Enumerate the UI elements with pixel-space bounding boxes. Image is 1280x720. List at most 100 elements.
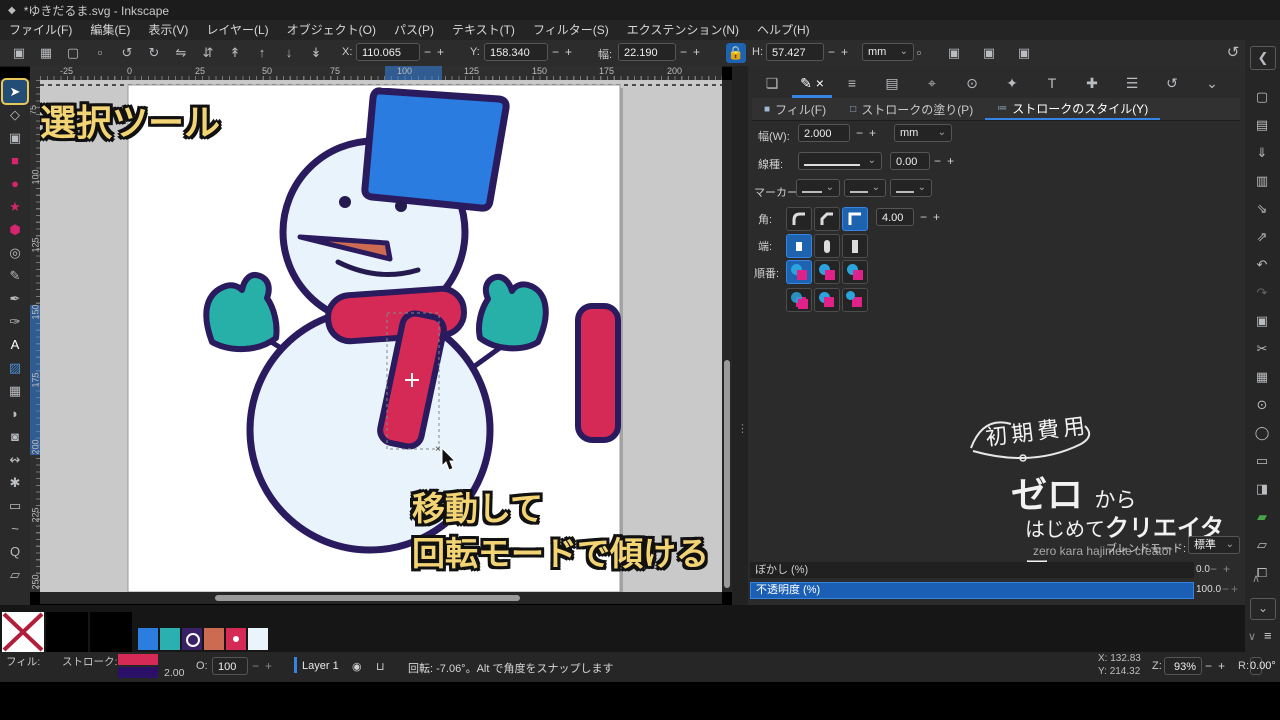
palette-menu-icon[interactable]: ≡ (1264, 628, 1272, 643)
text-tool[interactable]: A (3, 333, 27, 356)
deselect-icon[interactable]: ▢ (62, 43, 84, 63)
tab-extensions[interactable]: ✚ (1072, 70, 1112, 98)
statusbar-opacity-spin[interactable]: −+ (252, 659, 278, 673)
statusbar-opacity-field[interactable]: 100 (212, 657, 248, 675)
stroke-swatch[interactable] (118, 667, 158, 678)
order-option-6[interactable] (842, 288, 868, 312)
miter-limit-spin[interactable]: −+ (920, 210, 946, 224)
reset-values-button[interactable]: ↺ (1222, 43, 1244, 63)
stroke-width-spin[interactable]: −+ (856, 126, 882, 140)
redo-icon[interactable]: ↷ (1250, 282, 1274, 304)
menu-file[interactable]: ファイル(F) (0, 20, 81, 40)
miter-limit-field[interactable]: 4.00 (876, 208, 914, 226)
opacity-spin[interactable]: −+ (1222, 582, 1240, 596)
opacity-slider[interactable]: 不透明度 (%) (750, 582, 1194, 599)
menu-extensions[interactable]: エクステンション(N) (618, 20, 748, 40)
order-option-1[interactable] (786, 260, 812, 284)
new-document-icon[interactable]: ▢ (1250, 86, 1274, 108)
tab-align[interactable]: ☰ (1112, 70, 1152, 98)
dock-splitter[interactable]: ⋮ (732, 66, 748, 618)
order-option-5[interactable] (814, 288, 840, 312)
tab-text[interactable]: T (1032, 70, 1072, 98)
lower-to-bottom-icon[interactable]: ↡ (305, 43, 327, 63)
layer-visibility-icon[interactable]: ◉ (352, 660, 362, 673)
tab-document-properties[interactable]: ❏ (752, 70, 792, 98)
menu-object[interactable]: オブジェクト(O) (278, 20, 385, 40)
swatch-salmon[interactable] (204, 628, 224, 650)
marker-mid-dropdown[interactable]: ⌄ (844, 179, 886, 197)
blur-spin[interactable]: −+ (1210, 562, 1236, 576)
join-round-button[interactable] (786, 207, 812, 231)
eraser-tool[interactable]: ▭ (3, 494, 27, 517)
dash-offset-field[interactable]: 0.00 (890, 152, 930, 170)
dock-collapse-icon[interactable]: ❮ (1250, 46, 1276, 70)
snowman-hat[interactable] (361, 87, 510, 212)
copy-icon[interactable]: ▣ (1250, 310, 1274, 332)
menu-path[interactable]: パス(P) (385, 20, 443, 40)
swatch-snow[interactable] (248, 628, 268, 650)
dropper-tool[interactable]: ◗ (3, 402, 27, 425)
paste-icon[interactable]: ▦ (1250, 366, 1274, 388)
node-tool[interactable]: ◇ (3, 103, 27, 126)
dash-offset-spin[interactable]: −+ (934, 154, 960, 168)
menu-text[interactable]: テキスト(T) (443, 20, 524, 40)
lock-ratio-toggle[interactable]: 🔒 (726, 43, 746, 63)
swatch-teal[interactable] (160, 628, 180, 650)
pencil-tool[interactable]: ✎ (3, 264, 27, 287)
menu-filters[interactable]: フィルター(S) (524, 20, 618, 40)
tab-overflow[interactable]: ⌄ (1192, 70, 1232, 98)
marker-start-dropdown[interactable]: ⌄ (796, 179, 840, 197)
horizontal-scrollbar[interactable] (40, 592, 722, 604)
dash-pattern-dropdown[interactable]: ⌄ (798, 152, 882, 170)
flip-horizontal-icon[interactable]: ⇋ (170, 43, 192, 63)
swatch-black-2[interactable] (90, 612, 132, 652)
select-all-icon[interactable]: ▣ (8, 43, 30, 63)
cap-round-button[interactable] (814, 234, 840, 258)
y-spin[interactable]: −+ (552, 45, 578, 59)
lower-icon[interactable]: ↓ (278, 43, 300, 63)
rotation-value[interactable]: 0.00° (1250, 660, 1276, 672)
vertical-ruler[interactable]: 75 100 125 150 175 200 225 250 (30, 80, 40, 592)
swatch-blue[interactable] (138, 628, 158, 650)
height-spin[interactable]: −+ (828, 45, 854, 59)
spray-tool[interactable]: ✱ (3, 471, 27, 494)
layer-lock-icon[interactable]: ⊔ (376, 660, 385, 673)
ellipse-tool[interactable]: ● (3, 172, 27, 195)
snowman-right-mitten[interactable] (476, 273, 549, 352)
join-bevel-button[interactable] (814, 207, 840, 231)
undo-icon[interactable]: ↶ (1250, 254, 1274, 276)
menu-view[interactable]: 表示(V) (139, 20, 197, 40)
scale-corners-toggle[interactable]: ▣ (943, 43, 965, 63)
rotate-ccw-icon[interactable]: ↺ (116, 43, 138, 63)
x-spin[interactable]: −+ (424, 45, 450, 59)
snowman-right-eye[interactable] (395, 200, 407, 212)
cap-square-button[interactable] (842, 234, 868, 258)
swatch-none[interactable] (2, 612, 44, 652)
x-field[interactable]: 110.065 (356, 43, 420, 61)
current-layer[interactable]: Layer 1 (302, 660, 339, 672)
tab-symbols[interactable]: ✦ (992, 70, 1032, 98)
zoom-selection-icon[interactable]: ⊙ (1250, 394, 1274, 416)
cut-icon[interactable]: ✂ (1250, 338, 1274, 360)
join-miter-button[interactable] (842, 207, 868, 231)
blur-slider[interactable]: ぼかし (%) (750, 562, 1194, 578)
zoom-page-icon[interactable]: ▭ (1250, 450, 1274, 472)
order-option-3[interactable] (842, 260, 868, 284)
zoom-drawing-icon[interactable]: ◯ (1250, 422, 1274, 444)
connector-tool[interactable]: ~ (3, 517, 27, 540)
vertical-scrollbar-thumb[interactable] (724, 360, 730, 588)
palette-scroll-up-icon[interactable]: ∧ (1252, 572, 1260, 585)
zoom-spin[interactable]: −+ (1205, 659, 1231, 673)
view-split-icon[interactable]: ◨ (1250, 478, 1274, 500)
tweak-tool[interactable]: ↭ (3, 448, 27, 471)
order-option-4[interactable] (786, 288, 812, 312)
order-option-2[interactable] (814, 260, 840, 284)
measure-tool[interactable]: ▱ (3, 563, 27, 586)
move-patterns-toggle[interactable]: ▣ (1013, 43, 1035, 63)
stroke-width-unit-dropdown[interactable]: mm ⌄ (894, 124, 952, 142)
gradient-tool[interactable]: ▨ (3, 356, 27, 379)
fstab-stroke-style[interactable]: ≔ ストロークのスタイル(Y) (985, 98, 1161, 120)
box3d-tool[interactable]: ⬢ (3, 218, 27, 241)
rectangle-tool[interactable]: ■ (3, 149, 27, 172)
print-icon[interactable]: ▥ (1250, 170, 1274, 192)
